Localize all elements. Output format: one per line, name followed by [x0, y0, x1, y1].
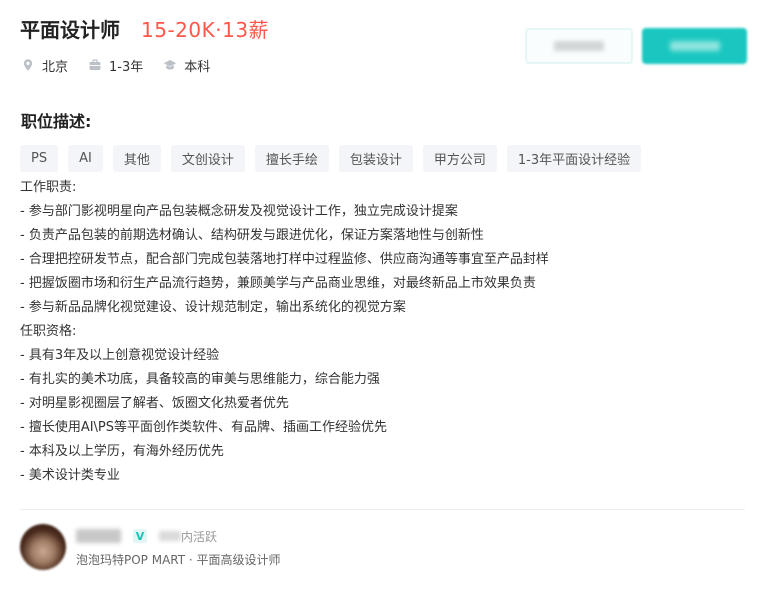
- description-line: 任职资格:: [20, 324, 77, 339]
- description-line: - 参与新品品牌化视觉建设、设计规范制定，输出系统化的视觉方案: [20, 300, 406, 315]
- description-line: - 美术设计类专业: [20, 468, 120, 483]
- tag: PS: [20, 145, 59, 172]
- education-text: 本科: [184, 59, 211, 75]
- job-description: 工作职责: - 参与部门影视明星向产品包装概念研发及视觉设计工作，独立完成设计提…: [20, 176, 740, 488]
- tag: 包装设计: [338, 145, 413, 172]
- salary: 15-20K·13薪: [141, 18, 270, 42]
- description-line: - 有扎实的美术功底，具备较高的审美与思维能力，综合能力强: [20, 372, 380, 387]
- experience-text: 1-3年: [109, 59, 144, 75]
- recruiter-name-blurred[interactable]: [76, 529, 121, 543]
- tag: 甲方公司: [422, 145, 497, 172]
- description-line: 工作职责:: [20, 180, 77, 195]
- description-line: - 擅长使用AI\PS等平面创作类软件、有品牌、插画工作经验优先: [20, 420, 388, 435]
- meta-education: 本科: [163, 56, 210, 75]
- description-line: - 负责产品包装的前期选材确认、结构研发与跟进优化，保证方案落地性与创新性: [20, 228, 484, 243]
- meta-location: 北京: [21, 56, 68, 75]
- location-text: 北京: [42, 59, 69, 75]
- description-line: - 本科及以上学历，有海外经历优先: [20, 444, 224, 459]
- section-title: 职位描述:: [21, 112, 92, 131]
- job-title: 平面设计师: [20, 18, 120, 42]
- briefcase-icon: [88, 58, 102, 72]
- active-status: 内活跃: [181, 530, 218, 544]
- location-pin-icon: [21, 58, 35, 72]
- divider: [20, 509, 745, 510]
- description-line: - 合理把控研发节点，配合部门完成包装落地打样中过程监修、供应商沟通等事宜至产品…: [20, 252, 549, 267]
- description-line: - 参与部门影视明星向产品包装概念研发及视觉设计工作，独立完成设计提案: [20, 204, 458, 219]
- blurred-label: [669, 41, 720, 51]
- blurred-label: [554, 41, 604, 51]
- chat-button[interactable]: [642, 28, 747, 64]
- job-meta: 北京 1-3年 本科: [21, 56, 230, 75]
- active-time-blurred: [159, 531, 181, 541]
- tag-list: PS AI 其他 文创设计 擅长手绘 包装设计 甲方公司 1-3年平面设计经验: [20, 145, 642, 172]
- description-line: - 对明星影视圈层了解者、饭圈文化热爱者优先: [20, 396, 289, 411]
- meta-experience: 1-3年: [88, 56, 143, 75]
- tag: AI: [68, 145, 103, 172]
- recruiter-company: 泡泡玛特POP MART · 平面高级设计师: [76, 553, 281, 567]
- description-line: - 把握饭圈市场和衍生产品流行趋势，兼顾美学与产品商业思维，对最终新品上市效果负…: [20, 276, 536, 291]
- graduation-cap-icon: [163, 58, 177, 72]
- tag: 擅长手绘: [254, 145, 329, 172]
- tag: 其他: [112, 145, 161, 172]
- interest-button[interactable]: [525, 28, 633, 64]
- recruiter-avatar[interactable]: [20, 524, 66, 570]
- tag: 文创设计: [170, 145, 245, 172]
- verified-badge-icon: V: [133, 529, 147, 543]
- description-line: - 具有3年及以上创意视觉设计经验: [20, 348, 220, 363]
- tag: 1-3年平面设计经验: [506, 145, 642, 172]
